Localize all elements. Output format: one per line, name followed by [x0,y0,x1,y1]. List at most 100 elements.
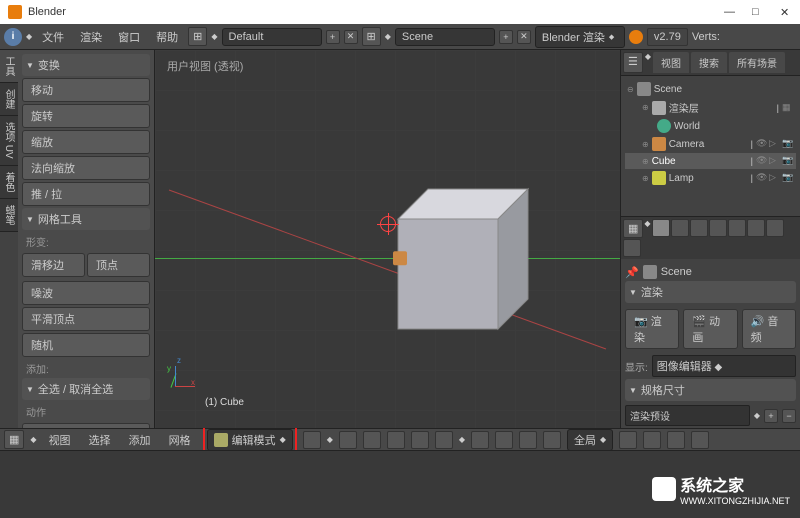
tree-cube[interactable]: ⊕ Cube | 👁 ▷ 📷 [625,153,796,169]
close-button[interactable]: ✕ [780,6,792,18]
mode-dropdown[interactable]: 编辑模式 ◆ [207,429,293,451]
edge-slide-button[interactable]: 滑移边 [22,253,85,277]
face-select-icon[interactable] [387,431,405,449]
object-tab-icon[interactable] [728,219,746,237]
menu-select[interactable]: 选择 [83,429,117,451]
dimensions-panel-header[interactable]: 规格尺寸 [625,379,796,401]
viewport-3d[interactable]: 用户视图 (透视) x y z (1) Cube [155,50,620,428]
tab-tools[interactable]: 工具 [0,50,18,83]
pivot-icon[interactable] [435,431,453,449]
outliner-tab-search[interactable]: 搜索 [691,52,727,73]
scene-add-button[interactable]: + [499,30,513,44]
select-icon[interactable]: ▷ [769,172,781,184]
expand-icon[interactable]: ⊖ [627,85,634,94]
menu-window[interactable]: 窗口 [112,26,146,48]
world-tab-icon[interactable] [709,219,727,237]
layer-toggle-icon[interactable]: ▦ [782,102,794,114]
layout-browse-icon[interactable]: ⊞ [188,27,207,46]
translate-button[interactable]: 移动 [22,78,150,102]
render-button[interactable]: 📷 渲染 [625,309,679,349]
tab-grease-pencil[interactable]: 蜡笔 [0,199,18,232]
minimize-button[interactable]: — [724,6,736,18]
animation-button[interactable]: 🎬 动画 [683,309,737,349]
select-icon[interactable]: ▷ [769,138,781,150]
render-preview-icon[interactable] [691,431,709,449]
tab-options-uv[interactable]: 选项 UV [0,116,18,166]
random-button[interactable]: 随机 [22,333,150,357]
menu-mesh[interactable]: 网格 [163,429,197,451]
scene-tab-icon[interactable] [690,219,708,237]
vertex-button[interactable]: 顶点 [87,253,150,277]
menu-view[interactable]: 视图 [43,429,77,451]
scene-dropdown[interactable]: Scene [395,28,495,46]
render-layers-tab-icon[interactable] [671,219,689,237]
render-preset-dropdown[interactable]: 渲染预设 [625,405,750,426]
orientation-dropdown[interactable]: 全局◆ [567,429,613,451]
transform-panel-header[interactable]: 变换 [22,54,150,76]
layout-add-button[interactable]: + [326,30,340,44]
render-tab-icon[interactable] [652,219,670,237]
tree-scene[interactable]: ⊖ Scene [625,80,796,98]
limit-select-icon[interactable] [411,431,429,449]
props-editor-icon[interactable]: ▦ [623,219,643,238]
snap-icon[interactable] [643,431,661,449]
tree-camera[interactable]: ⊕ Camera | 👁 ▷ 📷 [625,135,796,153]
maximize-button[interactable]: □ [752,6,764,18]
tab-shading[interactable]: 着色 [0,166,18,199]
layout-remove-button[interactable]: ✕ [344,30,358,44]
scale-manipulator-icon[interactable] [543,431,561,449]
rotate-manipulator-icon[interactable] [519,431,537,449]
tree-world[interactable]: World [625,117,796,135]
normal-scale-button[interactable]: 法向缩放 [22,156,150,180]
manipulator-icon[interactable] [471,431,489,449]
menu-add[interactable]: 添加 [123,429,157,451]
tree-lamp[interactable]: ⊕ Lamp | 👁 ▷ 📷 [625,169,796,187]
scale-button[interactable]: 缩放 [22,130,150,154]
scene-remove-button[interactable]: ✕ [517,30,531,44]
menu-help[interactable]: 帮助 [150,26,184,48]
menu-render[interactable]: 渲染 [74,26,108,48]
outliner-tab-all-scenes[interactable]: 所有场景 [729,52,785,73]
layers-icon[interactable] [619,431,637,449]
preset-remove-button[interactable]: − [782,409,796,423]
select-all-panel-header[interactable]: 全选 / 取消全选 [22,378,150,400]
layout-dropdown[interactable]: Default [222,28,322,46]
outliner-editor-icon[interactable]: ☰ [623,52,643,73]
translate-manipulator-icon[interactable] [495,431,513,449]
render-icon[interactable]: 📷 [782,138,794,150]
visibility-icon[interactable]: 👁 [756,155,768,167]
shading-mode-icon[interactable] [303,431,321,449]
outliner-tab-view[interactable]: 视图 [653,52,689,73]
snap-element-icon[interactable] [667,431,685,449]
toggle-button[interactable]: 切换 [22,423,150,428]
rotate-button[interactable]: 旋转 [22,104,150,128]
visibility-icon[interactable]: 👁 [756,138,768,150]
menu-file[interactable]: 文件 [36,26,70,48]
select-icon[interactable]: ▷ [769,155,781,167]
vert-select-icon[interactable] [339,431,357,449]
visibility-icon[interactable]: 👁 [756,172,768,184]
audio-button[interactable]: 🔊 音频 [742,309,796,349]
render-engine-dropdown[interactable]: Blender 渲染 ◆ [535,26,625,48]
push-pull-button[interactable]: 推 / 拉 [22,182,150,206]
timeline-editor[interactable]: 系统之家 WWW.XITONGZHIJIA.NET [0,450,800,516]
scene-browse-icon[interactable]: ⊞ [362,27,381,46]
outliner[interactable]: ⊖ Scene ⊕ 渲染层 | ▦ World ⊕ Camera | [621,76,800,216]
tab-create[interactable]: 创建 [0,83,18,116]
viewport-editor-icon[interactable]: ▦ [4,430,24,449]
mesh-tools-panel-header[interactable]: 网格工具 [22,208,150,230]
display-dropdown[interactable]: 图像编辑器 ◆ [652,355,796,377]
constraint-tab-icon[interactable] [747,219,765,237]
smooth-vertex-button[interactable]: 平滑顶点 [22,307,150,331]
modifier-tab-icon[interactable] [766,219,784,237]
preset-add-button[interactable]: + [764,409,778,423]
tree-render-layers[interactable]: ⊕ 渲染层 | ▦ [625,98,796,117]
data-tab-icon[interactable] [623,239,641,257]
pin-icon[interactable]: 📌 [625,266,639,279]
noise-button[interactable]: 噪波 [22,281,150,305]
render-icon[interactable]: 📷 [782,155,794,167]
edge-select-icon[interactable] [363,431,381,449]
render-panel-header[interactable]: 渲染 [625,281,796,303]
render-icon[interactable]: 📷 [782,172,794,184]
info-editor-icon[interactable]: i [4,28,22,46]
